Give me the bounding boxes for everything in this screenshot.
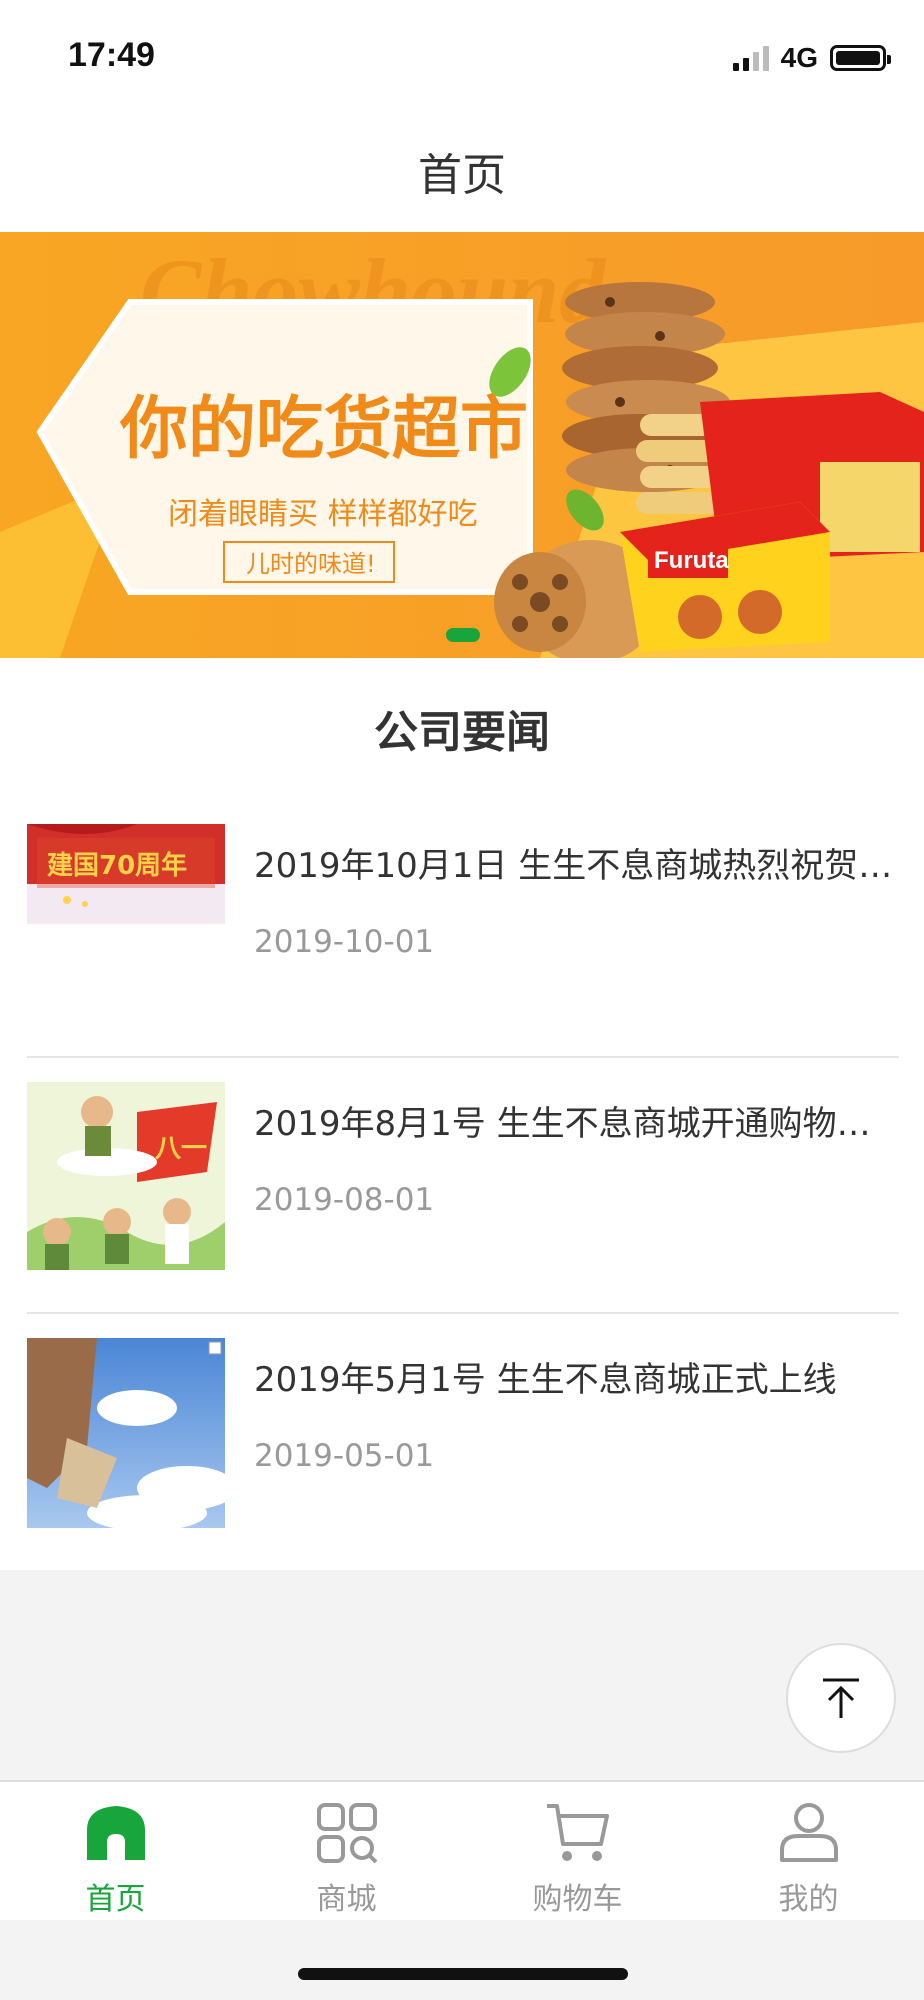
- status-time: 17:49: [68, 36, 155, 74]
- status-bar: 17:49 4G: [0, 0, 924, 110]
- news-headline[interactable]: 2019年8月1号 生生不息商城开通购物车功能: [254, 1096, 899, 1145]
- news-item[interactable]: 八一 2019年8月1号 生生不息商城开通购物车功能 2019-08-01: [27, 1082, 899, 1340]
- news-thumbnail: 八一: [27, 1082, 225, 1270]
- home-indicator-area: [0, 1920, 924, 2000]
- signal-icon: [732, 45, 769, 71]
- news-item[interactable]: 建国70周年 2019年10月1日 生生不息商城热烈祝贺中华人民共和国成立70周…: [27, 824, 899, 1082]
- divider: [27, 1056, 899, 1058]
- banner-brand: Furuta: [654, 547, 729, 574]
- news-date: 2019-08-01: [254, 1182, 435, 1218]
- news-thumbnail: [27, 1338, 225, 1528]
- home-indicator[interactable]: [298, 1968, 628, 1980]
- news-item[interactable]: 2019年5月1号 生生不息商城正式上线 2019-05-01: [27, 1338, 899, 1596]
- user-icon: [779, 1803, 838, 1862]
- news-date: 2019-10-01: [254, 924, 435, 960]
- arrow-up-icon: [823, 1678, 859, 1718]
- tab-mall[interactable]: 商城: [231, 1782, 462, 1920]
- tab-bar: 首页 商城 购物车 我的: [0, 1780, 924, 1920]
- news-section: 公司要闻 建国70周年 2019年10月1日 生生不息商城热烈祝贺中华人民共和国…: [0, 658, 924, 1570]
- section-title: 公司要闻: [374, 707, 550, 758]
- news-headline[interactable]: 2019年10月1日 生生不息商城热烈祝贺中华人民共和国成立70周年: [254, 838, 899, 887]
- news-headline[interactable]: 2019年5月1号 生生不息商城正式上线: [254, 1352, 899, 1401]
- network-type: 4G: [780, 42, 818, 73]
- back-to-top-button[interactable]: [786, 1643, 896, 1753]
- svg-text:建国70周年: 建国70周年: [47, 850, 187, 881]
- grid-search-icon: [316, 1803, 377, 1864]
- banner-image: Chowhound 你的吃货超市 闭着眼睛买 样样都好吃 儿时的味道! Furu…: [0, 232, 924, 658]
- banner-headline: 你的吃货超市: [119, 390, 528, 469]
- news-date: 2019-05-01: [254, 1438, 435, 1474]
- banner-tagline: 闭着眼睛买 样样都好吃: [168, 497, 478, 532]
- battery-icon: [830, 45, 891, 71]
- status-indicators: 4G: [732, 40, 891, 76]
- banner-button: 儿时的味道!: [246, 550, 376, 578]
- tab-cart[interactable]: 购物车: [462, 1782, 693, 1920]
- tab-home[interactable]: 首页: [0, 1782, 231, 1920]
- cart-icon: [546, 1804, 609, 1861]
- page-title: 首页: [418, 150, 506, 201]
- carousel-indicator[interactable]: [446, 628, 480, 642]
- nav-bar: 首页: [0, 110, 924, 232]
- svg-text:八一: 八一: [155, 1134, 207, 1164]
- home-icon: [86, 1806, 145, 1860]
- tab-profile[interactable]: 我的: [693, 1782, 924, 1920]
- news-thumbnail: 建国70周年: [27, 824, 225, 924]
- banner-carousel[interactable]: Chowhound 你的吃货超市 闭着眼睛买 样样都好吃 儿时的味道! Furu…: [0, 232, 924, 658]
- divider: [27, 1312, 899, 1314]
